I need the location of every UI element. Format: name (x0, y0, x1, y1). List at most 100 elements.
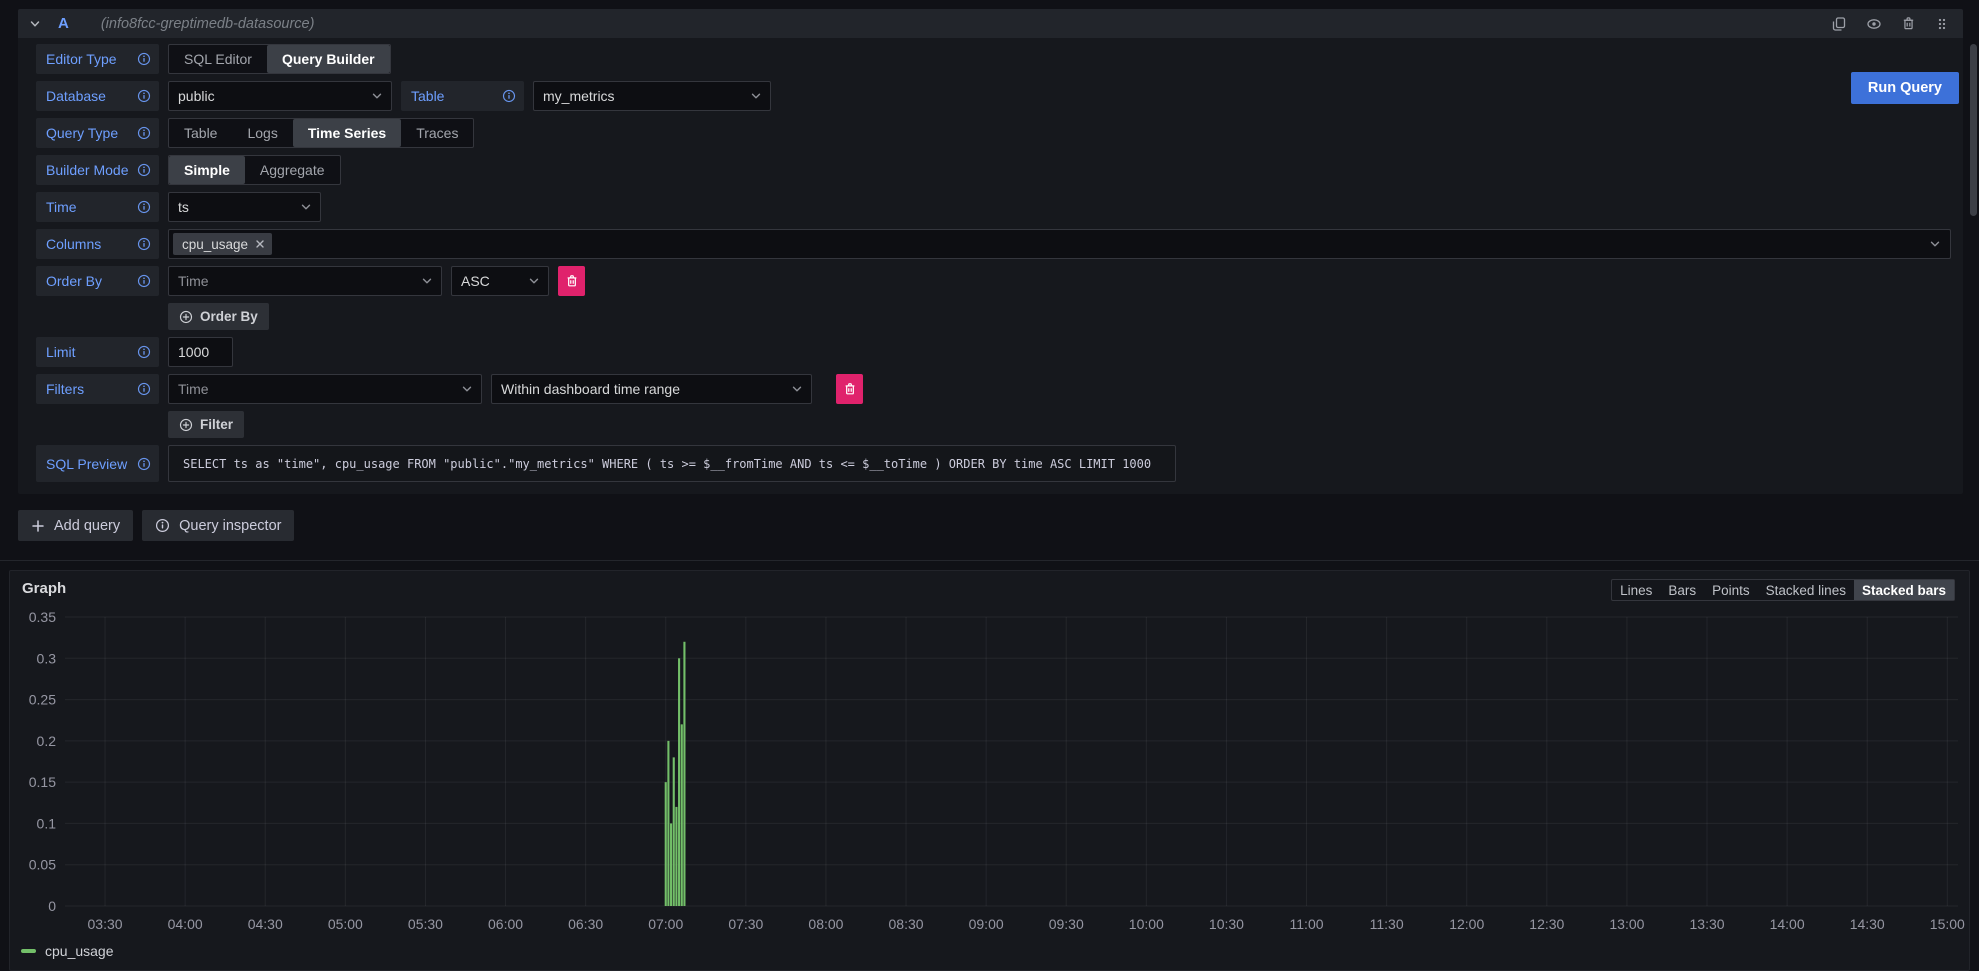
svg-text:12:30: 12:30 (1529, 916, 1564, 932)
chevron-down-icon (791, 383, 803, 395)
legend-item[interactable]: cpu_usage (21, 943, 114, 959)
editor-type-toggle: SQL Editor Query Builder (168, 44, 391, 74)
editor-type-row: Editor Type SQL Editor Query Builder (36, 44, 1951, 74)
query-inspector-button[interactable]: Query inspector (142, 510, 294, 541)
database-row: Database public Table my_metrics (36, 81, 1951, 111)
builder-mode-option-aggregate[interactable]: Aggregate (245, 156, 340, 184)
draw-mode-stacked-lines[interactable]: Stacked lines (1758, 580, 1854, 600)
column-chip-label: cpu_usage (182, 237, 248, 252)
svg-text:13:30: 13:30 (1690, 916, 1725, 932)
sql-preview-row: SQL Preview SELECT ts as "time", cpu_usa… (36, 445, 1951, 482)
run-query-button[interactable]: Run Query (1851, 72, 1959, 104)
remove-filter-button[interactable] (836, 374, 863, 404)
svg-text:04:30: 04:30 (248, 916, 283, 932)
filter-field-select[interactable]: Time (168, 374, 482, 404)
query-type-option-logs[interactable]: Logs (232, 119, 292, 147)
panel-title: Graph (22, 580, 66, 597)
svg-text:06:00: 06:00 (488, 916, 523, 932)
svg-text:0.25: 0.25 (29, 692, 56, 708)
info-icon[interactable] (137, 382, 151, 396)
svg-text:05:00: 05:00 (328, 916, 363, 932)
datasource-name: (info8fcc-greptimedb-datasource) (101, 16, 315, 32)
query-editor-card: A (info8fcc-greptimedb-datasource) Run Q… (18, 9, 1963, 494)
query-ref-id: A (58, 15, 69, 32)
order-by-field-value: Time (178, 273, 209, 289)
columns-multiselect[interactable]: cpu_usage (168, 229, 1951, 259)
chevron-down-icon (528, 275, 540, 287)
plus-circle-icon (179, 418, 193, 432)
info-icon[interactable] (137, 457, 151, 471)
editor-type-option-sql-editor[interactable]: SQL Editor (169, 45, 267, 73)
add-order-by-row: Order By (168, 303, 1951, 330)
hide-response-eye-icon[interactable] (1866, 16, 1882, 32)
builder-mode-toggle: Simple Aggregate (168, 155, 341, 185)
info-icon[interactable] (137, 345, 151, 359)
info-circle-icon (155, 518, 170, 533)
svg-text:0: 0 (48, 898, 56, 914)
remove-query-trash-icon[interactable] (1901, 16, 1916, 31)
info-icon[interactable] (137, 52, 151, 66)
svg-text:10:00: 10:00 (1129, 916, 1164, 932)
filter-condition-select[interactable]: Within dashboard time range (491, 374, 812, 404)
filter-field-value: Time (178, 381, 209, 397)
columns-field-label: Columns (36, 229, 159, 259)
query-type-option-table[interactable]: Table (169, 119, 232, 147)
order-by-field-select[interactable]: Time (168, 266, 442, 296)
add-filter-button[interactable]: Filter (168, 411, 244, 438)
draw-mode-toggle: Lines Bars Points Stacked lines Stacked … (1611, 579, 1955, 601)
field-label-text: Query Type (46, 125, 118, 141)
database-field-label: Database (36, 81, 159, 111)
query-type-option-traces[interactable]: Traces (401, 119, 473, 147)
info-icon[interactable] (137, 274, 151, 288)
time-column-select[interactable]: ts (168, 192, 321, 222)
filters-field-label: Filters (36, 374, 159, 404)
query-type-toggle: Table Logs Time Series Traces (168, 118, 474, 148)
svg-text:09:30: 09:30 (1049, 916, 1084, 932)
svg-text:11:00: 11:00 (1290, 916, 1324, 932)
info-icon[interactable] (137, 237, 151, 251)
info-icon[interactable] (502, 89, 516, 103)
remove-column-icon[interactable] (255, 239, 265, 249)
collapse-chevron-icon[interactable] (26, 17, 44, 31)
svg-text:04:00: 04:00 (168, 916, 203, 932)
drag-handle-icon[interactable] (1935, 17, 1949, 31)
add-query-button[interactable]: Add query (18, 510, 133, 541)
page-scrollbar-thumb[interactable] (1970, 44, 1977, 216)
draw-mode-bars[interactable]: Bars (1660, 580, 1704, 600)
order-by-direction-value: ASC (461, 273, 490, 289)
field-label-text: Columns (46, 236, 101, 252)
info-icon[interactable] (137, 200, 151, 214)
editor-type-option-query-builder[interactable]: Query Builder (267, 45, 390, 73)
add-order-by-button[interactable]: Order By (168, 303, 269, 330)
draw-mode-points[interactable]: Points (1704, 580, 1758, 600)
add-order-by-label: Order By (200, 309, 258, 324)
order-by-direction-select[interactable]: ASC (451, 266, 549, 296)
info-icon[interactable] (137, 163, 151, 177)
svg-text:14:30: 14:30 (1850, 916, 1885, 932)
query-type-option-time-series[interactable]: Time Series (293, 119, 401, 147)
svg-text:15:00: 15:00 (1930, 916, 1965, 932)
editor-type-field-label: Editor Type (36, 44, 159, 74)
svg-text:0.05: 0.05 (29, 857, 56, 873)
remove-order-by-button[interactable] (558, 266, 585, 296)
section-divider (0, 560, 1979, 561)
order-by-row: Order By Time ASC (36, 266, 1951, 296)
duplicate-query-icon[interactable] (1831, 16, 1847, 32)
filter-condition-value: Within dashboard time range (501, 381, 680, 397)
query-header[interactable]: A (info8fcc-greptimedb-datasource) (18, 9, 1963, 38)
builder-mode-option-simple[interactable]: Simple (169, 156, 245, 184)
draw-mode-stacked-bars[interactable]: Stacked bars (1854, 580, 1954, 600)
plus-icon (31, 519, 45, 533)
info-icon[interactable] (137, 89, 151, 103)
add-query-label: Add query (54, 518, 120, 534)
chevron-down-icon (750, 90, 762, 102)
table-select[interactable]: my_metrics (533, 81, 771, 111)
draw-mode-lines[interactable]: Lines (1612, 580, 1660, 600)
chevron-down-icon (421, 275, 433, 287)
query-inspector-label: Query inspector (179, 518, 281, 534)
database-select[interactable]: public (168, 81, 392, 111)
limit-input[interactable] (168, 337, 233, 367)
time-column-value: ts (178, 199, 189, 215)
info-icon[interactable] (137, 126, 151, 140)
chevron-down-icon (1929, 238, 1941, 250)
